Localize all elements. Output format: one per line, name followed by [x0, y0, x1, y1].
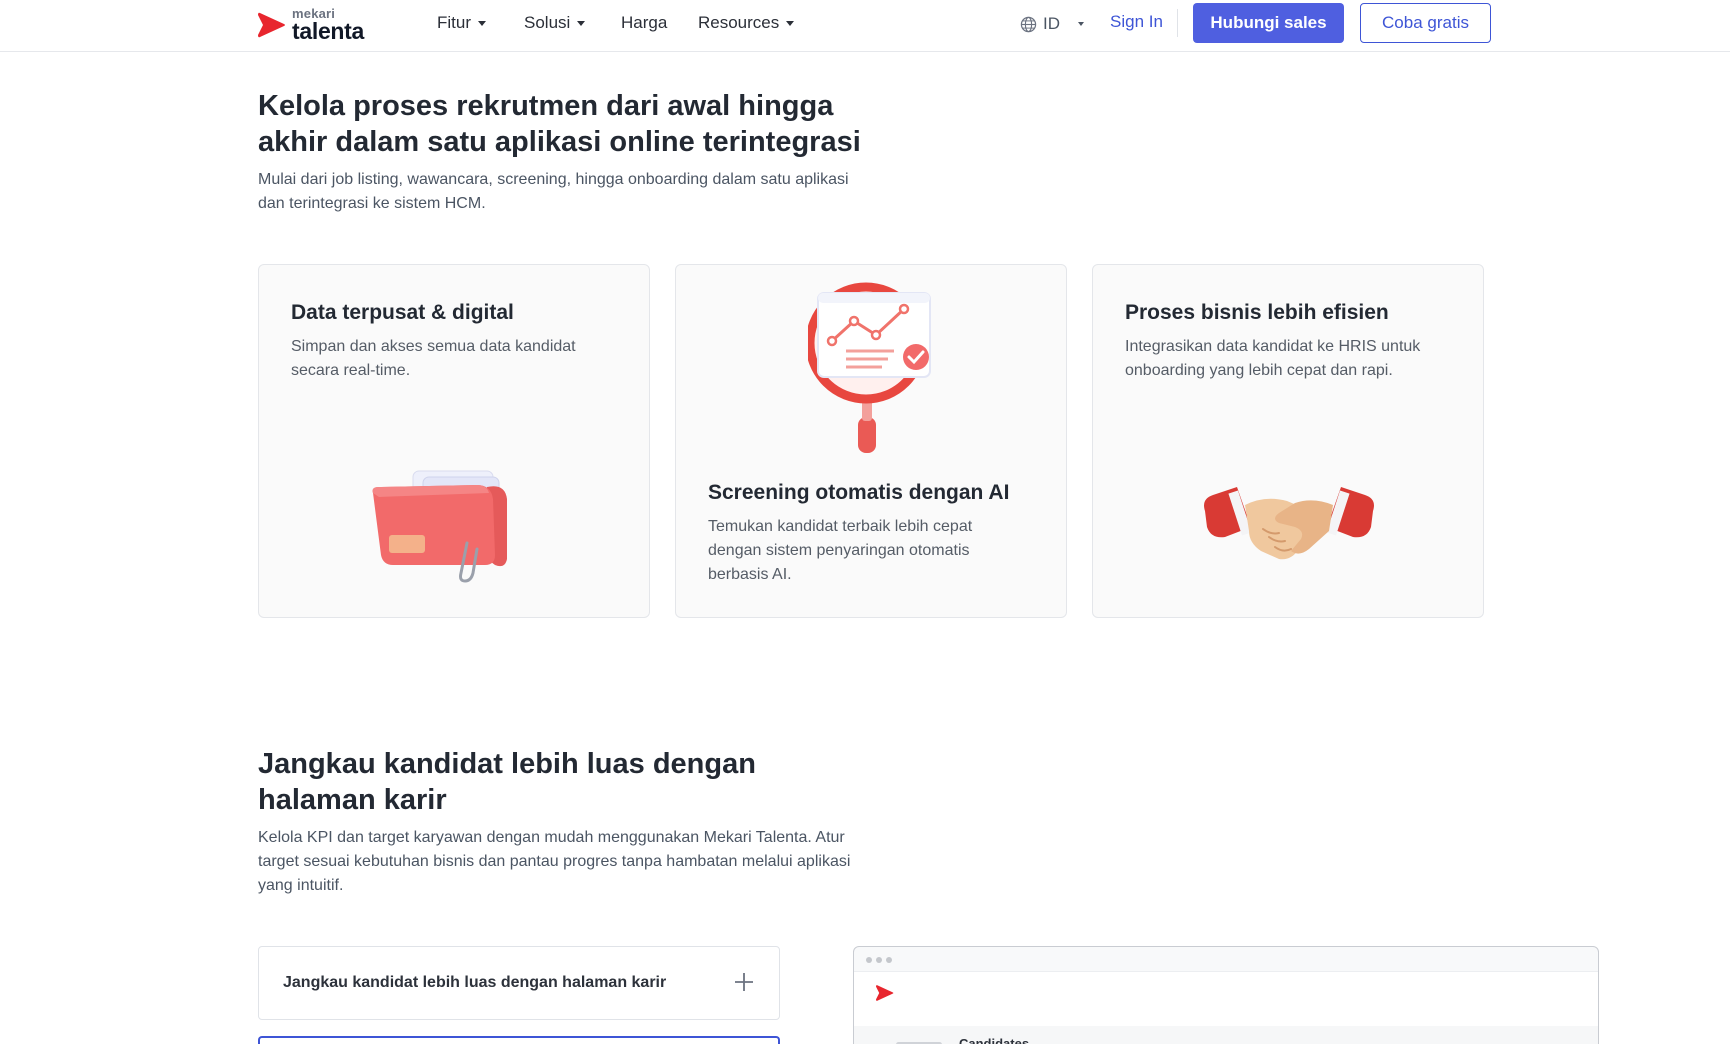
language-selector[interactable]: ID [1020, 12, 1084, 36]
mekari-talenta-logo[interactable]: mekari talenta [258, 5, 388, 45]
feature-card-data: Data terpusat & digital Simpan dan akses… [258, 264, 650, 618]
app-preview-window: Candidates [853, 946, 1599, 1044]
card-title: Data terpusat & digital [291, 301, 514, 324]
nav-solusi[interactable]: Solusi [524, 0, 586, 46]
nav-resources[interactable]: Resources [698, 0, 795, 46]
card-description: Simpan dan akses semua data kandidat sec… [291, 338, 576, 379]
chevron-down-icon [786, 20, 795, 26]
window-controls [866, 957, 892, 963]
globe-icon [1020, 16, 1037, 32]
nav-resources-label: Resources [698, 13, 780, 32]
contact-sales-button[interactable]: Hubungi sales [1193, 3, 1344, 43]
folder-icon [372, 470, 507, 583]
accordion-item-active[interactable] [258, 1036, 780, 1044]
nav-solusi-label: Solusi [524, 13, 571, 32]
card-title: Screening otomatis dengan AI [708, 481, 1010, 504]
nav-fitur[interactable]: Fitur [437, 0, 486, 46]
magnifier-chart-icon [808, 282, 931, 453]
nav-harga-label[interactable]: Harga [621, 13, 667, 33]
handshake-icon [1204, 487, 1374, 560]
logo-text-talenta: talenta [292, 18, 365, 44]
chevron-down-icon [1078, 22, 1084, 26]
nav-harga[interactable]: Harga [621, 0, 667, 46]
card-description: Integrasikan data kandidat ke HRIS untuk… [1125, 338, 1421, 379]
sidebar-item-candidates: Candidates [854, 1026, 1598, 1044]
plus-icon[interactable] [731, 969, 757, 995]
chevron-down-icon [577, 20, 586, 26]
site-header: mekari talenta Fitur Solusi Harga Resour… [0, 0, 1730, 52]
header-divider [1177, 9, 1178, 37]
accordion-item-career-page[interactable]: Jangkau kandidat lebih luas dengan halam… [258, 946, 780, 1020]
feature-card-efficiency: Proses bisnis lebih efisien Integrasikan… [1092, 264, 1484, 618]
candidates-label: Candidates [959, 1036, 1030, 1044]
card-title: Proses bisnis lebih efisien [1125, 301, 1389, 324]
card-description: Temukan kandidat terbaik lebih cepat den… [708, 518, 973, 583]
feature-card-screening: Screening otomatis dengan AI Temukan kan… [675, 264, 1067, 618]
talenta-logo-icon [258, 12, 285, 38]
talenta-logo-icon [876, 985, 894, 1001]
accordion-item-label: Jangkau kandidat lebih luas dengan halam… [283, 974, 667, 991]
nav-fitur-label: Fitur [437, 13, 471, 32]
section-subtitle: Kelola KPI dan target karyawan dengan mu… [258, 829, 851, 894]
free-trial-button[interactable]: Coba gratis [1360, 3, 1491, 43]
language-label: ID [1043, 14, 1060, 33]
chevron-down-icon [478, 20, 486, 26]
sign-in-link[interactable]: Sign In [1110, 12, 1163, 32]
section-title: Jangkau kandidat lebih luas dengan halam… [258, 748, 756, 816]
hero-subtitle: Mulai dari job listing, wawancara, scree… [258, 171, 849, 212]
hero-title: Kelola proses rekrutmen dari awal hingga… [258, 90, 861, 158]
